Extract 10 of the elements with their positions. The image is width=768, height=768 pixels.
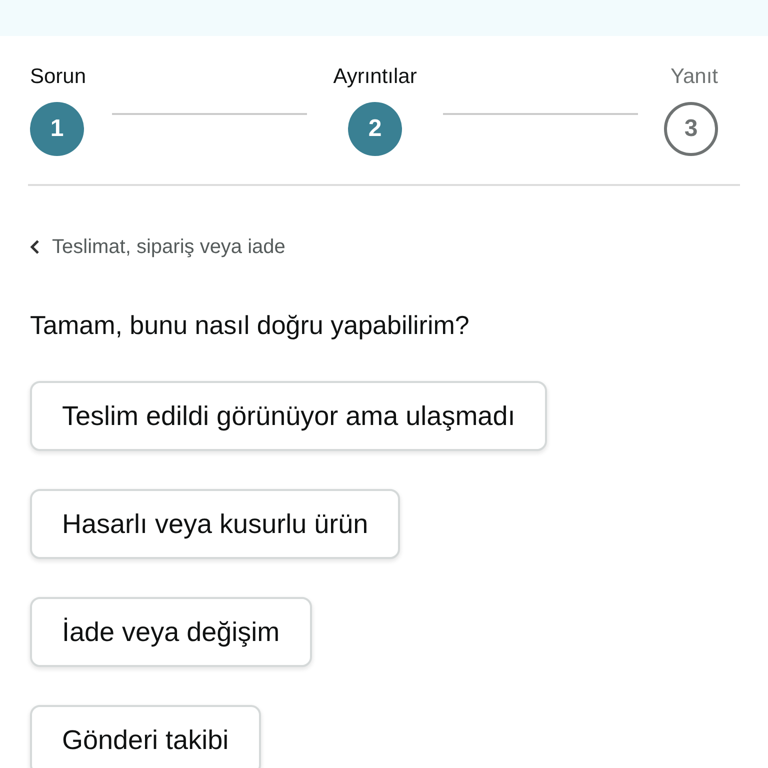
option-button[interactable]: İade veya değişim xyxy=(30,597,312,667)
back-link[interactable]: Teslimat, sipariş veya iade xyxy=(30,232,286,262)
step-label: Ayrıntılar xyxy=(333,64,417,90)
option-button[interactable]: Teslim edildi görünüyor ama ulaşmadı xyxy=(30,381,548,451)
chevron-left-icon xyxy=(30,239,40,255)
option-button[interactable]: Hasarlı veya kusurlu ürün xyxy=(30,489,400,559)
step-label: Sorun xyxy=(30,64,86,90)
step-label: Yanıt xyxy=(670,64,718,90)
question-text: Tamam, bunu nasıl doğru yapabilirim? xyxy=(30,309,470,342)
option-button[interactable]: Gönderi takibi xyxy=(30,705,261,768)
